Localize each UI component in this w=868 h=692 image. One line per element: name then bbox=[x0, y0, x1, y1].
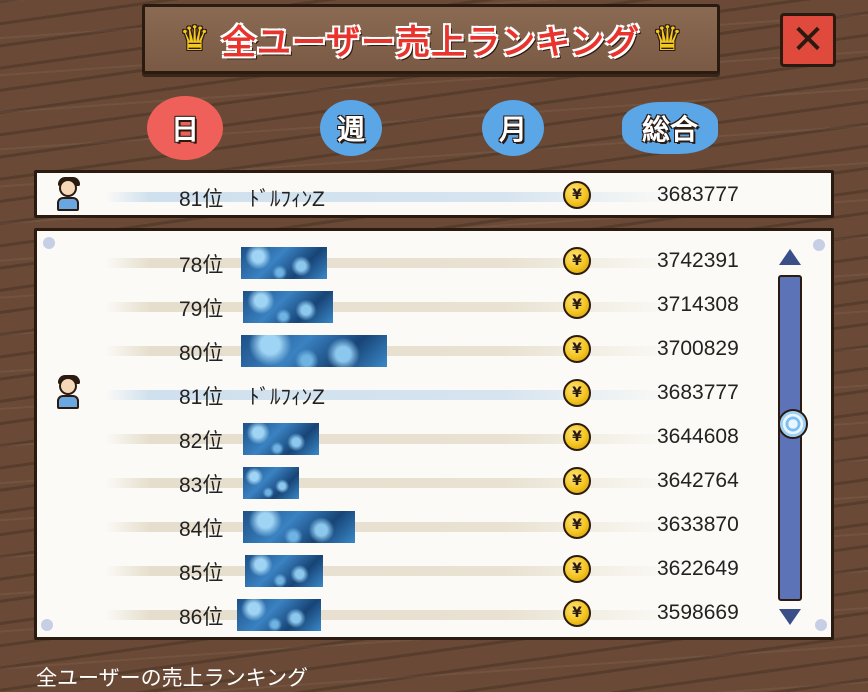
sales-score: 3683777 bbox=[657, 183, 739, 206]
list-item[interactable]: 78位 ¥ 3742391 bbox=[37, 241, 797, 281]
rank-label: 81位 bbox=[179, 188, 224, 211]
coin-icon: ¥ bbox=[563, 423, 591, 451]
list-item[interactable]: 82位 ¥ 3644608 bbox=[37, 417, 797, 457]
tab-week[interactable]: 週 bbox=[318, 96, 384, 160]
sales-score: 3742391 bbox=[657, 249, 739, 272]
hidden-player-name bbox=[243, 423, 319, 455]
coin-icon: ¥ bbox=[563, 379, 591, 407]
scroll-down-arrow-icon[interactable] bbox=[779, 609, 801, 625]
hidden-player-name bbox=[243, 291, 333, 323]
sales-score: 3644608 bbox=[657, 425, 739, 448]
scroll-track[interactable] bbox=[778, 275, 808, 601]
rank-label: 80位 bbox=[179, 342, 224, 365]
list-item-self[interactable]: 81位 ﾄﾞﾙﾌｨﾝZ ¥ 3683777 bbox=[37, 373, 797, 413]
hidden-player-name bbox=[243, 511, 355, 543]
tab-day-label: 日 bbox=[170, 113, 199, 146]
sales-score: 3683777 bbox=[657, 381, 739, 404]
sales-score: 3714308 bbox=[657, 293, 739, 316]
scroll-thumb[interactable] bbox=[778, 409, 808, 439]
crown-icon: ♛ bbox=[179, 19, 210, 59]
coin-icon: ¥ bbox=[563, 181, 591, 209]
hidden-player-name bbox=[243, 467, 299, 499]
tab-day[interactable]: 日 bbox=[146, 96, 224, 160]
my-rank-row: 81位 ﾄﾞﾙﾌｨﾝZ ¥ 3683777 bbox=[37, 175, 797, 215]
coin-icon: ¥ bbox=[563, 291, 591, 319]
rank-label: 81位 bbox=[179, 386, 224, 409]
tab-month[interactable]: 月 bbox=[480, 96, 546, 160]
close-button[interactable]: ✕ bbox=[780, 13, 836, 67]
title-banner: ♛ 全ユーザー売上ランキング ♛ bbox=[142, 4, 720, 74]
list-item[interactable]: 86位 ¥ 3598669 bbox=[37, 593, 797, 633]
tab-week-label: 週 bbox=[336, 113, 365, 146]
sales-score: 3622649 bbox=[657, 557, 739, 580]
ranking-list: 78位 ¥ 3742391 79位 ¥ 3714308 80位 ¥ 370082… bbox=[34, 228, 834, 640]
tab-total[interactable]: 総合 bbox=[620, 96, 720, 160]
hidden-player-name bbox=[241, 335, 387, 367]
list-item[interactable]: 83位 ¥ 3642764 bbox=[37, 461, 797, 501]
hidden-player-name bbox=[245, 555, 323, 587]
player-name: ﾄﾞﾙﾌｨﾝZ bbox=[249, 386, 325, 409]
footer-caption: 全ユーザーの売上ランキング bbox=[36, 667, 308, 690]
sales-score: 3642764 bbox=[657, 469, 739, 492]
hidden-player-name bbox=[241, 247, 327, 279]
scroll-up-arrow-icon[interactable] bbox=[779, 249, 801, 265]
list-item[interactable]: 80位 ¥ 3700829 bbox=[37, 329, 797, 369]
tab-month-label: 月 bbox=[498, 113, 527, 146]
crown-icon: ♛ bbox=[652, 19, 683, 59]
coin-icon: ¥ bbox=[563, 511, 591, 539]
list-item[interactable]: 84位 ¥ 3633870 bbox=[37, 505, 797, 545]
list-item[interactable]: 85位 ¥ 3622649 bbox=[37, 549, 797, 589]
coin-icon: ¥ bbox=[563, 247, 591, 275]
sales-score: 3700829 bbox=[657, 337, 739, 360]
list-item[interactable]: 79位 ¥ 3714308 bbox=[37, 285, 797, 325]
scrollbar[interactable] bbox=[775, 249, 808, 625]
rank-label: 86位 bbox=[179, 606, 224, 629]
avatar bbox=[49, 375, 85, 411]
my-rank-panel: 81位 ﾄﾞﾙﾌｨﾝZ ¥ 3683777 bbox=[34, 170, 834, 218]
page-title: 全ユーザー売上ランキング bbox=[221, 22, 641, 63]
rank-label: 82位 bbox=[179, 430, 224, 453]
avatar bbox=[49, 177, 85, 213]
coin-icon: ¥ bbox=[563, 335, 591, 363]
coin-icon: ¥ bbox=[563, 555, 591, 583]
close-icon: ✕ bbox=[791, 17, 825, 63]
sales-score: 3633870 bbox=[657, 513, 739, 536]
rank-label: 83位 bbox=[179, 474, 224, 497]
hidden-player-name bbox=[237, 599, 321, 631]
tab-total-label: 総合 bbox=[641, 113, 698, 146]
coin-icon: ¥ bbox=[563, 599, 591, 627]
rank-label: 85位 bbox=[179, 562, 224, 585]
player-name: ﾄﾞﾙﾌｨﾝZ bbox=[249, 188, 325, 211]
sales-score: 3598669 bbox=[657, 601, 739, 624]
rank-label: 78位 bbox=[179, 254, 224, 277]
rank-label: 79位 bbox=[179, 298, 224, 321]
rank-label: 84位 bbox=[179, 518, 224, 541]
coin-icon: ¥ bbox=[563, 467, 591, 495]
